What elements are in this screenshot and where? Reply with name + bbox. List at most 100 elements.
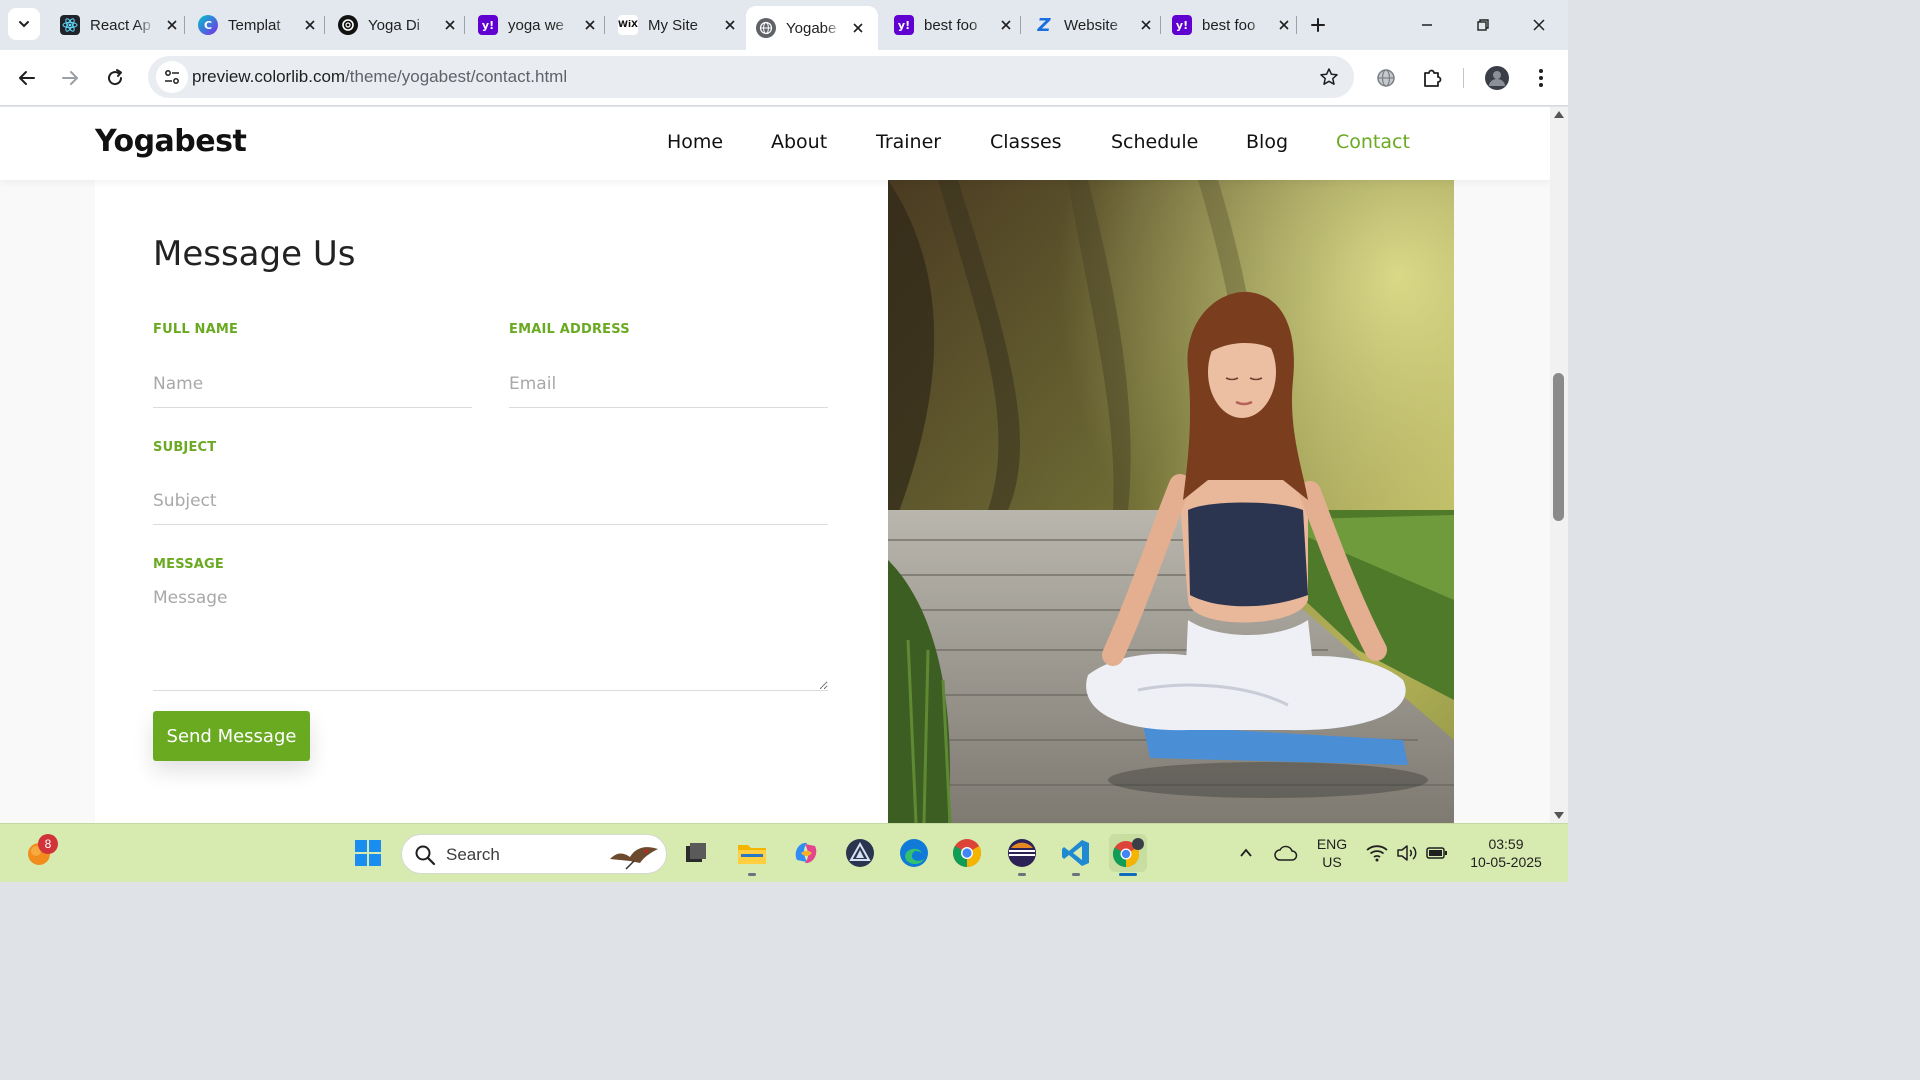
app-launcher-button[interactable] — [841, 834, 879, 872]
task-view-button[interactable] — [677, 834, 715, 872]
browser-tab[interactable]: y! yoga we — [468, 6, 598, 44]
restore-button[interactable] — [1468, 10, 1498, 40]
extensions-button[interactable] — [1416, 62, 1448, 94]
browser-toolbar: preview.colorlib.com/theme/yogabest/cont… — [0, 50, 1568, 106]
close-icon[interactable] — [850, 20, 866, 36]
email-input[interactable] — [509, 360, 828, 408]
tab-divider — [184, 16, 185, 34]
url-host: preview.colorlib.com — [192, 67, 346, 86]
yahoo-icon: y! — [894, 15, 914, 35]
windows-logo-icon — [355, 840, 381, 866]
translate-button[interactable] — [1370, 62, 1402, 94]
site-logo[interactable]: Yogabest — [95, 124, 247, 159]
tab-title: best foo — [1202, 16, 1256, 34]
nav-blog[interactable]: Blog — [1246, 131, 1288, 153]
site-header: Yogabest Home About Trainer Classes Sche… — [0, 107, 1550, 180]
nav-about[interactable]: About — [771, 131, 827, 153]
notification-badge: 8 — [38, 834, 58, 854]
back-button[interactable] — [11, 62, 43, 94]
subject-input[interactable] — [153, 477, 828, 525]
page-scrollbar[interactable] — [1550, 107, 1568, 823]
onedrive-button[interactable] — [1268, 834, 1304, 872]
send-message-button[interactable]: Send Message — [153, 711, 310, 761]
chrome-profile-icon — [1112, 838, 1144, 868]
browser-tab[interactable]: y! best foo — [884, 6, 1014, 44]
browser-menu-button[interactable] — [1525, 62, 1557, 94]
site-info-button[interactable] — [156, 61, 188, 93]
profile-button[interactable] — [1481, 62, 1513, 94]
browser-tab[interactable]: y! best foo — [1162, 6, 1292, 44]
tab-title: My Site — [648, 16, 699, 34]
minimize-button[interactable] — [1412, 10, 1442, 40]
chrome-button[interactable] — [948, 834, 986, 872]
url-text[interactable]: preview.colorlib.com/theme/yogabest/cont… — [192, 67, 567, 87]
nav-trainer[interactable]: Trainer — [876, 131, 941, 153]
forward-button[interactable] — [54, 62, 86, 94]
copilot-button[interactable] — [787, 834, 825, 872]
tab-search-button[interactable] — [8, 8, 40, 40]
yahoo-icon: y! — [478, 15, 498, 35]
running-indicator — [1072, 873, 1080, 876]
browser-tab[interactable]: Yoga Di — [328, 6, 458, 44]
message-textarea[interactable] — [153, 584, 828, 691]
reload-icon — [108, 69, 123, 86]
battery-icon — [1426, 847, 1447, 859]
close-window-button[interactable] — [1524, 10, 1554, 40]
scroll-down-arrow-icon[interactable] — [1554, 812, 1564, 819]
volume-icon — [1397, 845, 1417, 861]
language-primary: ENG — [1316, 836, 1348, 852]
reload-button[interactable] — [99, 62, 131, 94]
close-icon[interactable] — [1138, 17, 1154, 33]
show-hidden-icons-button[interactable] — [1228, 834, 1264, 872]
clock[interactable]: 03:59 10-05-2025 — [1462, 835, 1550, 871]
scroll-up-arrow-icon[interactable] — [1554, 111, 1564, 118]
close-icon[interactable] — [998, 17, 1014, 33]
close-icon[interactable] — [582, 17, 598, 33]
contact-form-card: Message Us FULL NAME EMAIL ADDRESS SUBJE… — [95, 180, 888, 823]
taskbar-search-box[interactable]: Search — [401, 834, 667, 874]
file-explorer-button[interactable] — [733, 834, 771, 876]
app-triangle-icon — [846, 839, 874, 867]
close-icon[interactable] — [442, 17, 458, 33]
vscode-button[interactable] — [1057, 834, 1095, 876]
close-icon[interactable] — [1276, 17, 1292, 33]
nav-schedule[interactable]: Schedule — [1111, 131, 1198, 153]
browser-tab[interactable]: Z Website — [1024, 6, 1154, 44]
subject-label: SUBJECT — [153, 440, 217, 455]
browser-tab[interactable]: React Ap — [50, 6, 180, 44]
nav-home[interactable]: Home — [667, 131, 723, 153]
scrollbar-thumb[interactable] — [1553, 373, 1564, 521]
arrow-left-icon — [19, 71, 35, 85]
cloud-icon — [1274, 845, 1298, 861]
nav-classes[interactable]: Classes — [990, 131, 1062, 153]
language-indicator[interactable]: ENG US — [1308, 835, 1356, 871]
browser-tab[interactable]: WiX My Site — [608, 6, 738, 44]
start-button[interactable] — [349, 834, 387, 872]
browser-tab-active[interactable]: Yogabe — [746, 6, 878, 50]
close-icon[interactable] — [722, 17, 738, 33]
search-icon — [415, 845, 436, 866]
eclipse-button[interactable] — [1003, 834, 1041, 876]
tab-title: React Ap — [90, 16, 151, 34]
plus-icon — [1311, 18, 1325, 32]
tune-icon — [165, 70, 179, 84]
yoga-woman-meditating-image — [888, 180, 1454, 823]
close-icon[interactable] — [164, 17, 180, 33]
globe-icon — [1377, 69, 1395, 87]
tab-title: Yogabe — [786, 19, 837, 37]
running-indicator — [1018, 873, 1026, 876]
url-path: /theme/yogabest/contact.html — [345, 67, 568, 86]
bookmark-button[interactable] — [1318, 66, 1340, 88]
nav-contact[interactable]: Contact — [1336, 131, 1410, 153]
edge-icon — [900, 839, 928, 867]
new-tab-button[interactable] — [1304, 11, 1332, 39]
chrome-active-button[interactable] — [1109, 834, 1147, 876]
running-indicator — [748, 873, 756, 876]
address-bar[interactable]: preview.colorlib.com/theme/yogabest/cont… — [148, 56, 1354, 98]
edge-browser-button[interactable] — [895, 834, 933, 872]
full-name-input[interactable] — [153, 360, 472, 408]
quick-settings-button[interactable] — [1362, 834, 1452, 872]
browser-tab[interactable]: C Templat — [188, 6, 318, 44]
yahoo-icon: y! — [1172, 15, 1192, 35]
close-icon[interactable] — [302, 17, 318, 33]
